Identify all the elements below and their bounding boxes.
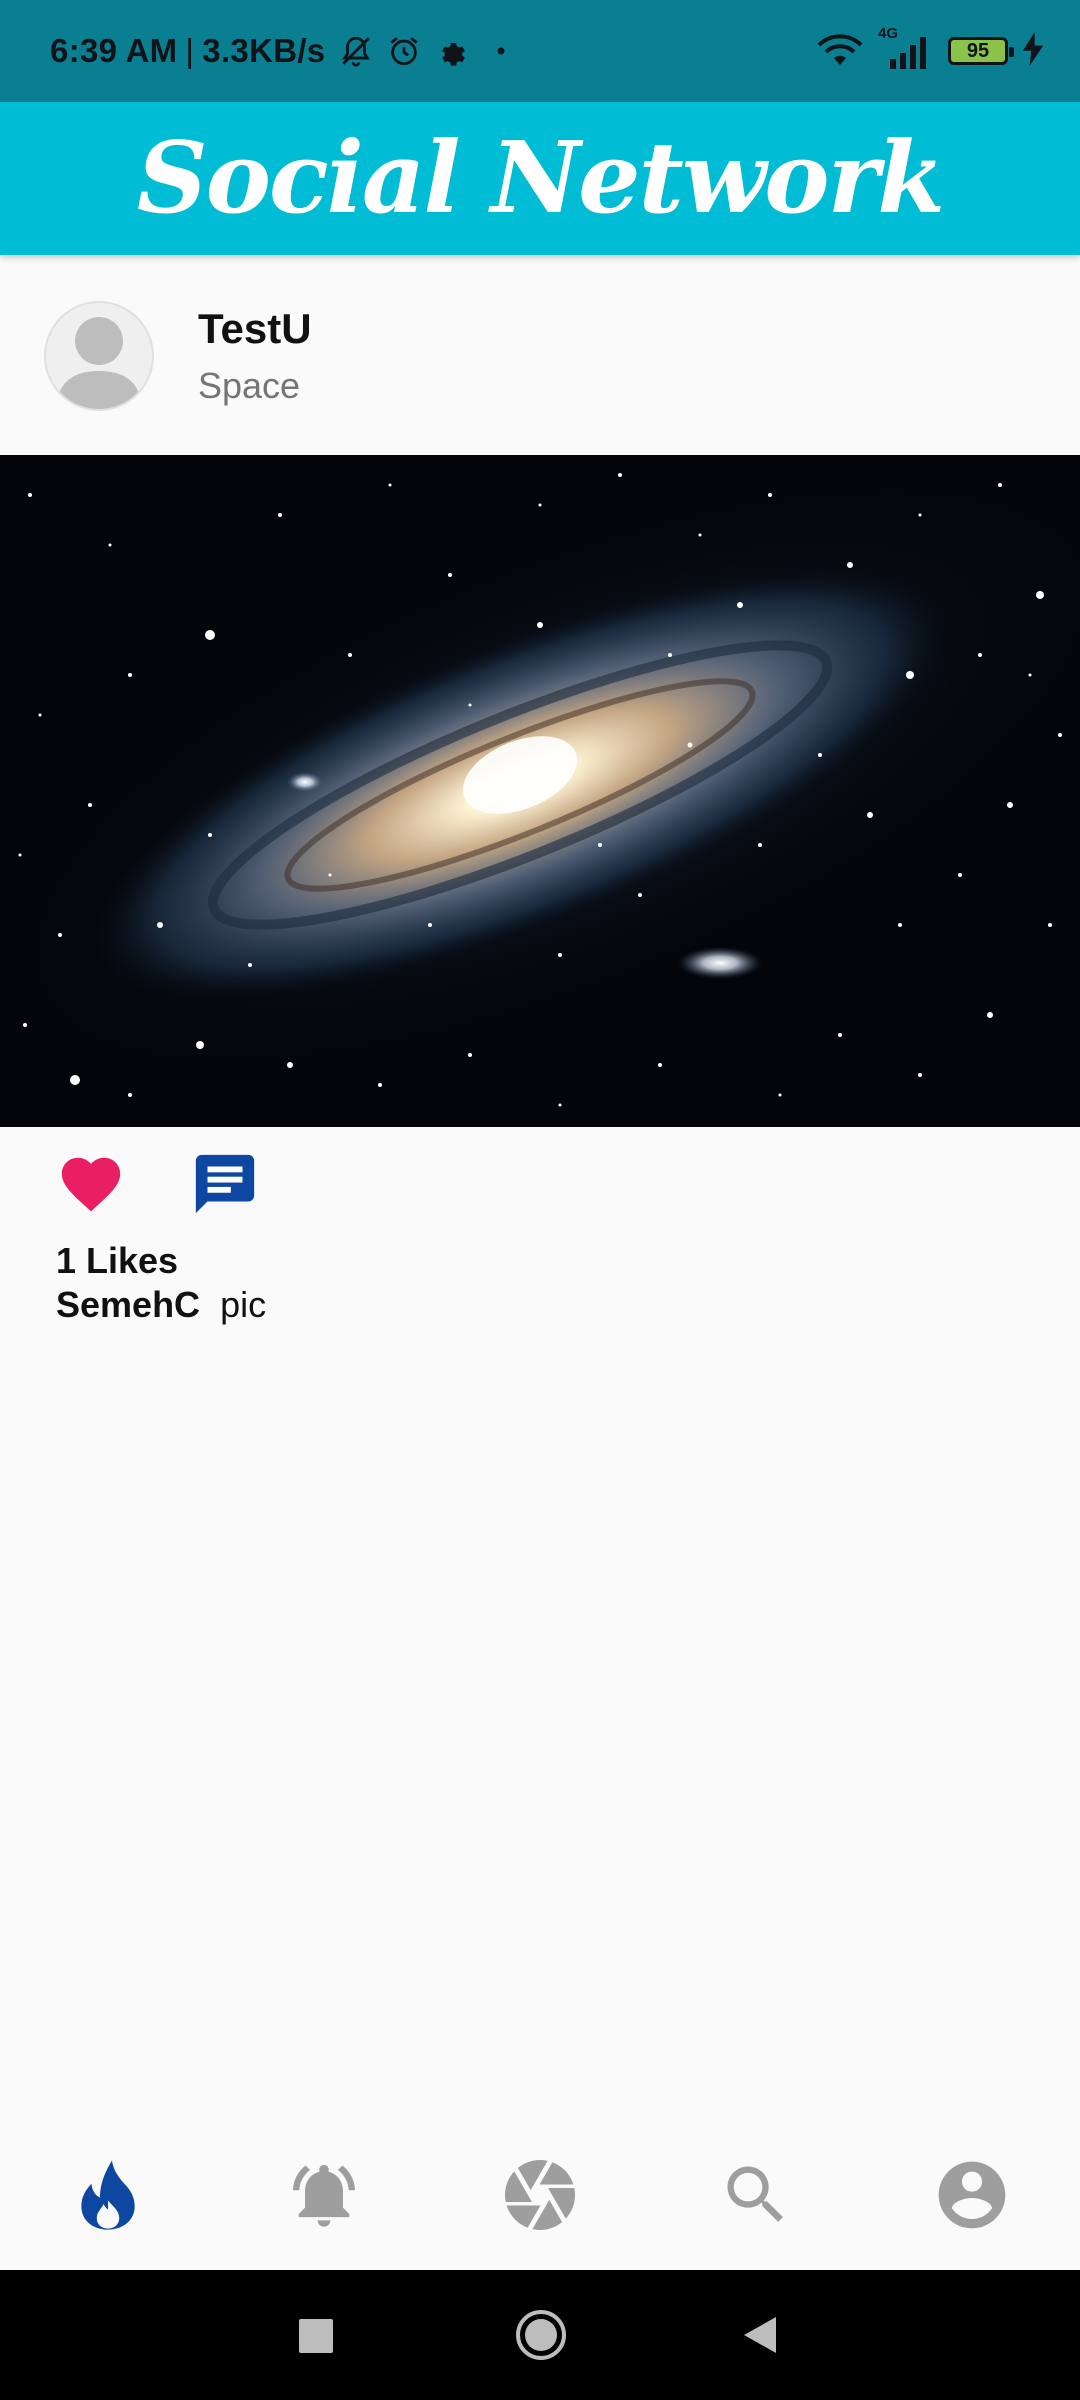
gear-icon — [435, 35, 467, 67]
status-bar: 6:39 AM | 3.3KB/s 4G 95 — [0, 0, 1080, 102]
nav-home[interactable] — [0, 2120, 216, 2270]
profile-icon — [938, 2161, 1006, 2229]
charging-icon — [1022, 31, 1044, 71]
home-system-button[interactable] — [514, 2308, 568, 2362]
system-navigation-bar — [0, 2270, 1080, 2400]
dot-icon — [497, 47, 505, 55]
caption-text: pic — [220, 1284, 267, 1325]
post-header: TestU Space — [0, 255, 1080, 455]
likes-count[interactable]: 1 Likes — [56, 1240, 178, 1282]
alarm-icon — [387, 34, 421, 68]
nav-search[interactable] — [648, 2120, 864, 2270]
status-time: 6:39 AM — [50, 32, 178, 69]
app-bar: Social Network — [0, 102, 1080, 255]
post-username[interactable]: TestU — [198, 305, 312, 353]
recents-button[interactable] — [296, 2316, 336, 2356]
status-right: 4G 95 — [816, 0, 1044, 102]
camera-icon — [505, 2160, 575, 2230]
network-type: 4G — [878, 25, 899, 42]
heart-icon — [61, 1157, 121, 1212]
recents-icon — [299, 2319, 333, 2353]
battery-level: 95 — [966, 39, 990, 62]
default-avatar-icon — [56, 317, 142, 409]
comment-button[interactable] — [190, 1149, 260, 1219]
nav-notifications[interactable] — [216, 2120, 432, 2270]
wifi-icon — [816, 31, 864, 72]
app-title: Social Network — [136, 121, 945, 236]
comment-icon — [195, 1154, 255, 1214]
avatar[interactable] — [44, 301, 154, 411]
post-actions — [0, 1127, 1080, 1247]
galaxy-image — [0, 455, 1080, 1127]
status-left: 6:39 AM | 3.3KB/s — [50, 0, 505, 102]
nav-camera[interactable] — [432, 2120, 648, 2270]
caption-author[interactable]: SemehC — [56, 1284, 200, 1325]
status-separator: | — [185, 32, 195, 69]
like-button[interactable] — [56, 1149, 126, 1219]
battery-icon: 95 — [948, 37, 1014, 65]
notifications-icon — [292, 2164, 356, 2227]
status-net-speed: 3.3KB/s — [202, 32, 326, 69]
back-system-button[interactable] — [740, 2314, 780, 2356]
back-icon — [744, 2317, 776, 2353]
post-caption: SemehC pic — [56, 1284, 266, 1326]
search-icon — [727, 2166, 783, 2222]
post-location: Space — [198, 365, 301, 406]
bottom-navigation — [0, 2120, 1080, 2270]
home-icon — [81, 2160, 135, 2230]
home-circle-icon — [516, 2310, 566, 2360]
signal-icon: 4G — [878, 25, 934, 69]
bell-off-icon — [339, 34, 373, 68]
nav-profile[interactable] — [864, 2120, 1080, 2270]
post-image[interactable] — [0, 455, 1080, 1127]
